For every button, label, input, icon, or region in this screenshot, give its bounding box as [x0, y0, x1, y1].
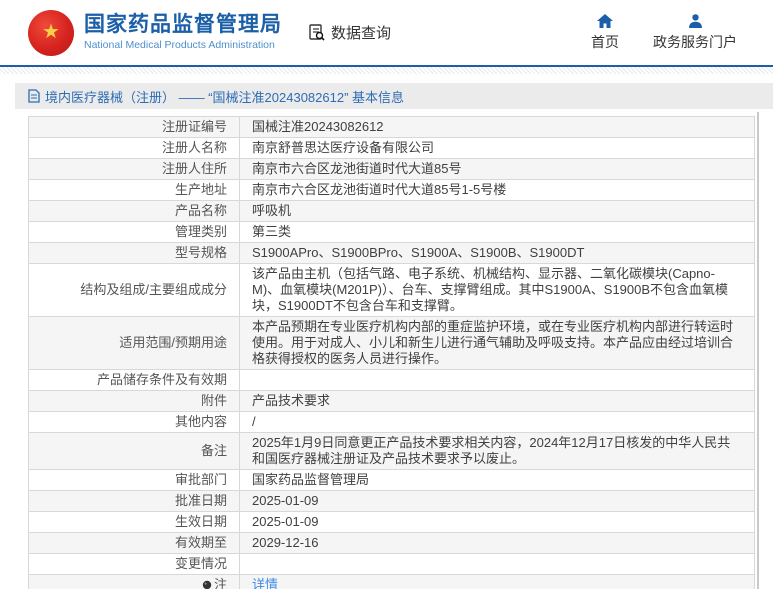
row-value: 2025年1月9日同意更正产品技术要求相关内容，2024年12月17日核发的中华… — [239, 433, 754, 469]
row-label: 生效日期 — [174, 514, 227, 529]
table-row: 附件 产品技术要求 — [29, 391, 754, 412]
document-search-icon — [308, 23, 327, 42]
emblem-star-icon: ★ — [42, 20, 60, 43]
row-label: 适用范围/预期用途 — [119, 335, 227, 350]
table-row: 型号规格 S1900APro、S1900BPro、S1900A、S1900B、S… — [29, 243, 754, 264]
row-label: 产品名称 — [174, 203, 227, 218]
content-scrollbar[interactable] — [757, 112, 759, 589]
row-value: 第三类 — [239, 222, 754, 242]
table-row: 适用范围/预期用途 本产品预期在专业医疗机构内部的重症监护环境，或在专业医疗机构… — [29, 317, 754, 370]
table-row: 注册人名称 南京舒普思达医疗设备有限公司 — [29, 138, 754, 159]
table-row: 管理类别 第三类 — [29, 222, 754, 243]
row-label-text: 注 — [213, 577, 227, 589]
site-header: ★ 国家药品监督管理局 National Medical Products Ad… — [0, 0, 773, 67]
row-label: 注 — [29, 575, 239, 589]
row-label: 管理类别 — [174, 224, 227, 239]
row-label: 变更情况 — [174, 556, 227, 571]
row-label: 注册证编号 — [161, 119, 227, 134]
table-row: 批准日期 2025-01-09 — [29, 491, 754, 512]
details-link[interactable]: 详情 — [252, 577, 742, 589]
row-label: 注册人名称 — [161, 140, 227, 155]
nav-home[interactable]: 首页 — [591, 13, 619, 52]
breadcrumb: 境内医疗器械（注册） —— “国械注准20243082612” 基本信息 — [15, 83, 773, 109]
row-label: 注册人住所 — [161, 161, 227, 176]
page-icon — [28, 89, 40, 103]
row-label: 有效期至 — [174, 535, 227, 550]
row-value: 国械注准20243082612 — [239, 117, 754, 137]
row-value: 呼吸机 — [239, 201, 754, 221]
table-row: 生产地址 南京市六合区龙池街道时代大道85号1-5号楼 — [29, 180, 754, 201]
table-row: 产品储存条件及有效期 — [29, 370, 754, 391]
row-label: 备注 — [200, 443, 227, 458]
table-row: 其他内容 / — [29, 412, 754, 433]
site-title: 国家药品监督管理局 — [84, 13, 282, 36]
nav-data-query[interactable]: 数据查询 — [308, 22, 391, 43]
row-value — [239, 554, 754, 574]
table-row: 注册人住所 南京市六合区龙池街道时代大道85号 — [29, 159, 754, 180]
national-emblem-logo[interactable]: ★ — [28, 9, 74, 56]
bulb-icon — [202, 580, 212, 589]
breadcrumb-text: 境内医疗器械（注册） —— “国械注准20243082612” 基本信息 — [45, 89, 405, 105]
row-value: 国家药品监督管理局 — [239, 470, 754, 490]
row-label: 生产地址 — [174, 182, 227, 197]
row-label: 审批部门 — [174, 472, 227, 487]
row-label: 型号规格 — [174, 245, 227, 260]
site-subtitle: National Medical Products Administration — [84, 39, 275, 51]
row-value: 本产品预期在专业医疗机构内部的重症监护环境，或在专业医疗机构内部进行转运时使用。… — [239, 317, 754, 369]
nav-portal-label: 政务服务门户 — [653, 33, 737, 50]
header-nav-right: 首页 政务服务门户 — [591, 13, 737, 52]
row-value: 2025-01-09 — [239, 491, 754, 511]
row-value: 详情 — [239, 575, 754, 589]
row-value: 该产品由主机（包括气路、电子系统、机械结构、显示器、二氧化碳模块(Capno-M… — [239, 264, 754, 316]
table-row: 有效期至 2029-12-16 — [29, 533, 754, 554]
row-label: 产品储存条件及有效期 — [96, 372, 227, 387]
row-label: 附件 — [200, 393, 227, 408]
row-label: 结构及组成/主要组成成分 — [80, 282, 227, 297]
row-value: 2025-01-09 — [239, 512, 754, 532]
table-row: 生效日期 2025-01-09 — [29, 512, 754, 533]
table-row: 结构及组成/主要组成成分 该产品由主机（包括气路、电子系统、机械结构、显示器、二… — [29, 264, 754, 317]
row-value: S1900APro、S1900BPro、S1900A、S1900B、S1900D… — [239, 243, 754, 263]
table-row: 审批部门 国家药品监督管理局 — [29, 470, 754, 491]
row-label: 其他内容 — [174, 414, 227, 429]
row-value — [239, 370, 754, 390]
nav-home-label: 首页 — [591, 33, 619, 50]
table-row: 产品名称 呼吸机 — [29, 201, 754, 222]
row-value: 南京市六合区龙池街道时代大道85号1-5号楼 — [239, 180, 754, 200]
site-title-block[interactable]: 国家药品监督管理局 National Medical Products Admi… — [84, 13, 282, 52]
header-hatch-divider — [0, 67, 773, 74]
row-label: 批准日期 — [174, 493, 227, 508]
user-icon — [688, 13, 703, 28]
table-row: 注册证编号 国械注准20243082612 — [29, 117, 754, 138]
row-value: 产品技术要求 — [239, 391, 754, 411]
row-value: 南京舒普思达医疗设备有限公司 — [239, 138, 754, 158]
nav-data-query-label: 数据查询 — [331, 25, 392, 42]
registration-info-table: 注册证编号 国械注准20243082612 注册人名称 南京舒普思达医疗设备有限… — [28, 116, 755, 589]
row-value: 南京市六合区龙池街道时代大道85号 — [239, 159, 754, 179]
nav-government-portal[interactable]: 政务服务门户 — [653, 13, 737, 52]
table-row: 备注 2025年1月9日同意更正产品技术要求相关内容，2024年12月17日核发… — [29, 433, 754, 470]
row-value: / — [239, 412, 754, 432]
row-value: 2029-12-16 — [239, 533, 754, 553]
home-icon — [597, 13, 613, 28]
table-row-note: 注 详情 — [29, 575, 754, 589]
table-row: 变更情况 — [29, 554, 754, 575]
